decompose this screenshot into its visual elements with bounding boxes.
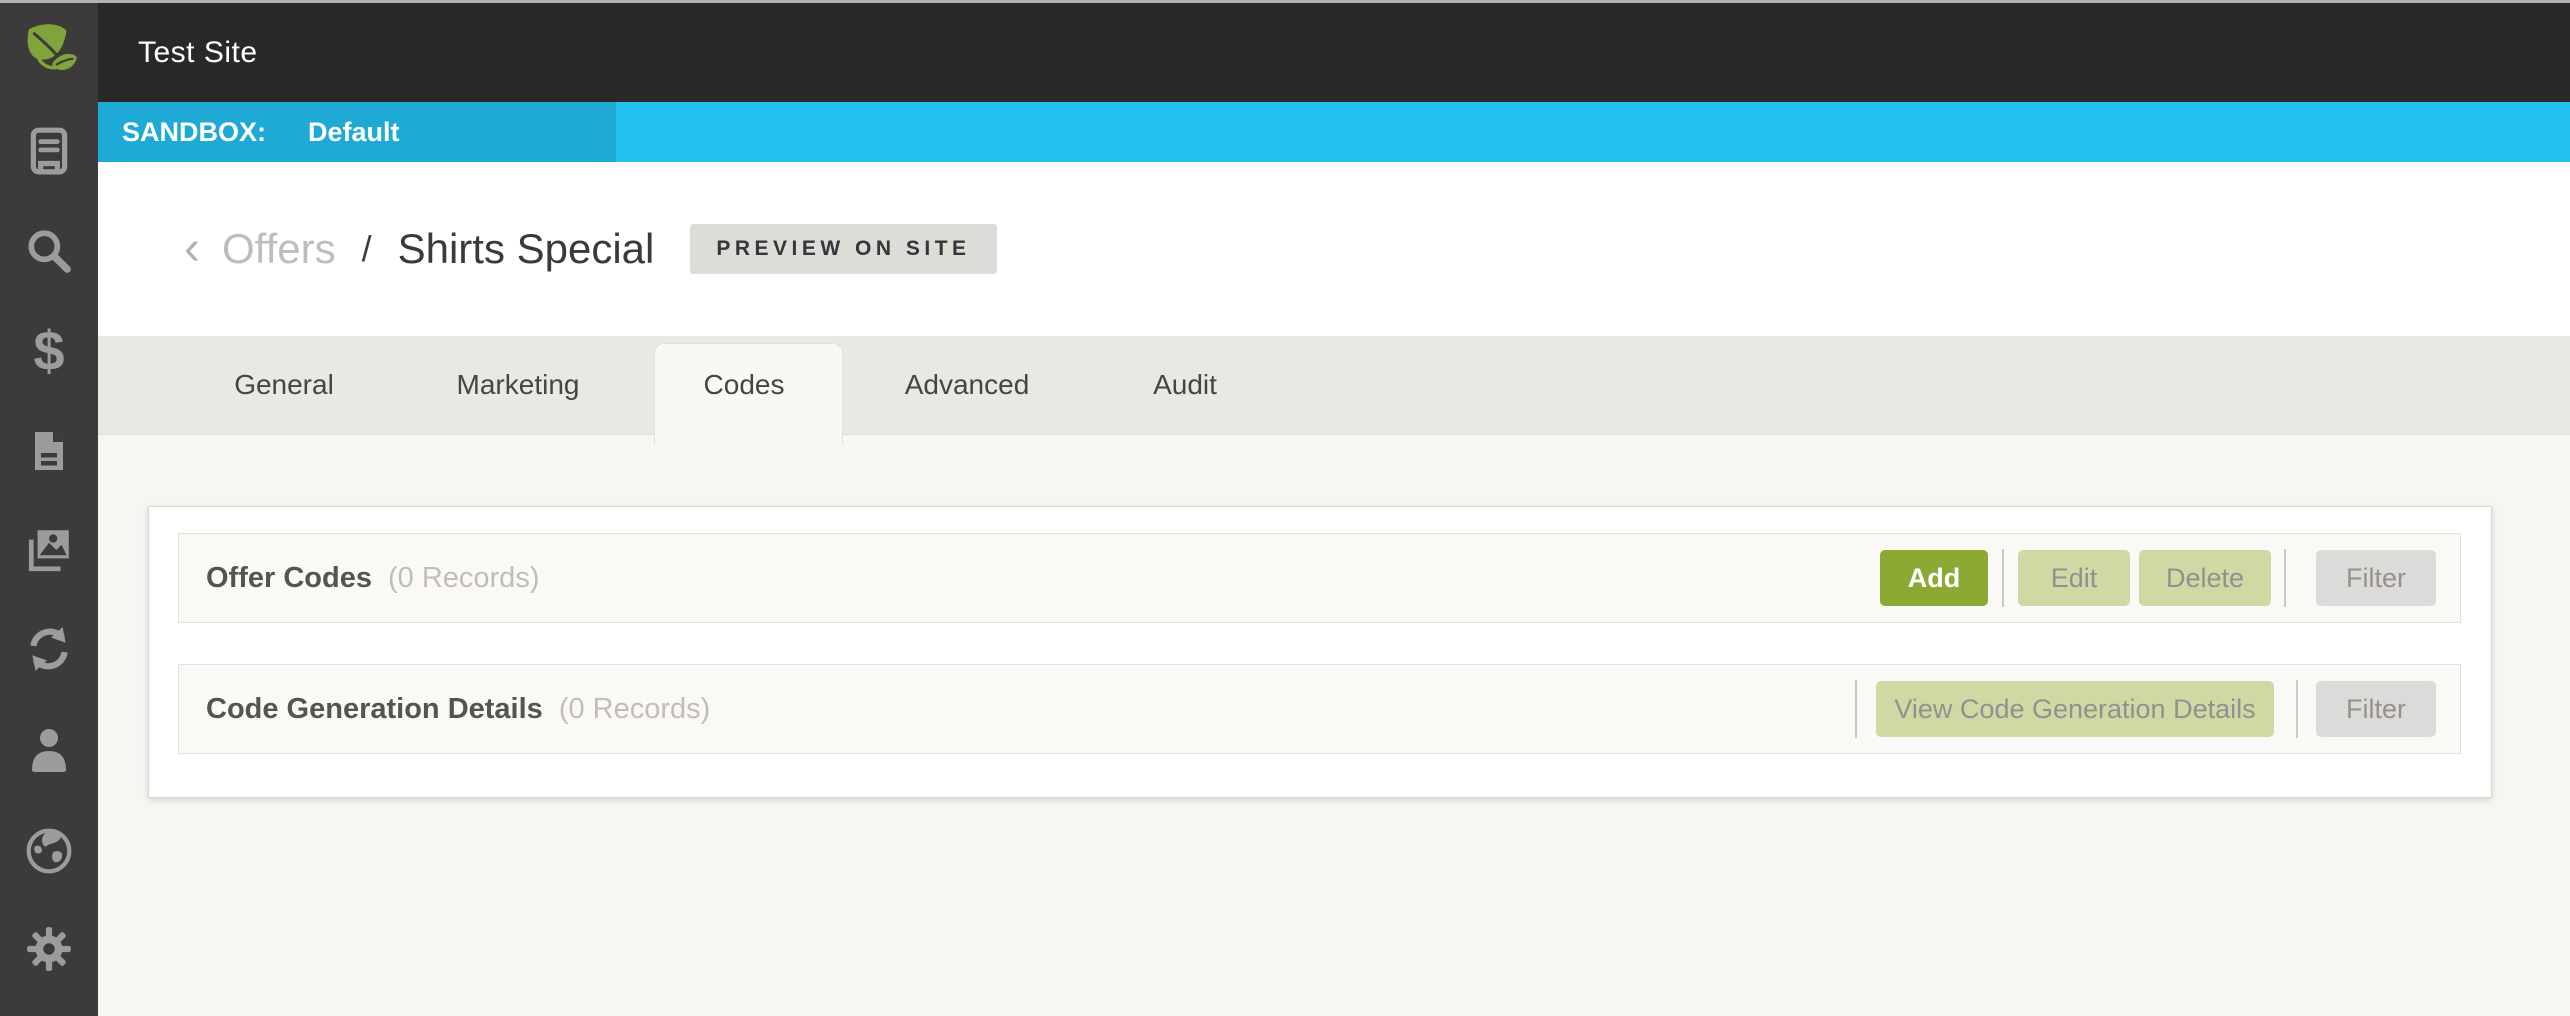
code-generation-record-count: (0 Records) [559,693,711,726]
sidebar-item-orders[interactable] [0,101,98,201]
breadcrumb-separator: / [362,228,372,270]
leaf-logo-icon [16,18,82,89]
tab-marketing[interactable]: Marketing [457,336,580,434]
sidebar-item-sync[interactable] [0,599,98,699]
tab-bar: General Marketing Codes Advanced Audit [98,336,2570,435]
sidebar-item-web[interactable] [0,801,98,901]
view-code-generation-details-button[interactable]: View Code Generation Details [1876,681,2274,737]
media-icon [24,524,74,574]
offer-codes-filter-button[interactable]: Filter [2316,550,2436,606]
sidebar-item-documents[interactable] [0,401,98,501]
button-divider [2296,680,2298,738]
button-divider [2284,549,2286,607]
tab-general[interactable]: General [234,336,334,434]
preview-on-site-button[interactable]: PREVIEW ON SITE [690,224,996,274]
search-icon [24,226,74,276]
sandbox-label: SANDBOX: [122,117,266,148]
sidebar-logo[interactable] [0,3,98,103]
offer-codes-panel: Offer Codes (0 Records) Add Edit Delete … [178,533,2461,623]
page-title: Shirts Special [398,225,655,273]
sidebar: $ [0,3,98,1016]
sandbox-bar-fill [616,102,2570,162]
button-divider [2002,549,2004,607]
sidebar-item-search[interactable] [0,201,98,301]
users-icon [25,725,73,773]
button-divider [1855,680,1857,738]
offer-codes-record-count: (0 Records) [388,562,540,595]
breadcrumb-parent-offers[interactable]: Offers [222,225,336,273]
site-title: Test Site [98,36,258,70]
breadcrumb: ‹ Offers / Shirts Special PREVIEW ON SIT… [98,162,2570,336]
sandbox-environment: Default [308,117,400,148]
sidebar-item-users[interactable] [0,699,98,799]
tab-audit[interactable]: Audit [1153,336,1217,434]
globe-icon [24,826,74,876]
offer-codes-title: Offer Codes [206,562,372,595]
edit-button[interactable]: Edit [2018,550,2130,606]
code-generation-title: Code Generation Details [206,693,543,726]
sidebar-item-media[interactable] [0,499,98,599]
app-window: $ [0,0,2570,1016]
code-generation-buttons: View Code Generation Details Filter [1855,680,2436,738]
code-generation-filter-button[interactable]: Filter [2316,681,2436,737]
sync-icon [24,624,74,674]
sidebar-item-billing[interactable]: $ [0,301,98,401]
documents-icon [25,427,73,475]
add-button[interactable]: Add [1880,550,1988,606]
codes-card: Offer Codes (0 Records) Add Edit Delete … [148,506,2492,798]
orders-icon [24,126,74,176]
settings-icon [24,924,74,974]
tab-codes[interactable]: Codes [704,336,785,434]
tab-advanced[interactable]: Advanced [905,336,1030,434]
delete-button[interactable]: Delete [2139,550,2271,606]
back-chevron-icon[interactable]: ‹ [184,225,200,273]
offer-codes-buttons: Add Edit Delete Filter [1880,549,2436,607]
sidebar-item-settings[interactable] [0,899,98,999]
sandbox-bar: SANDBOX: Default [98,102,2570,162]
billing-icon: $ [33,323,64,379]
top-bar: Test Site [98,3,2570,102]
sandbox-bar-label-section: SANDBOX: Default [98,102,616,162]
content-area: Offer Codes (0 Records) Add Edit Delete … [98,435,2570,1016]
code-generation-panel: Code Generation Details (0 Records) View… [178,664,2461,754]
